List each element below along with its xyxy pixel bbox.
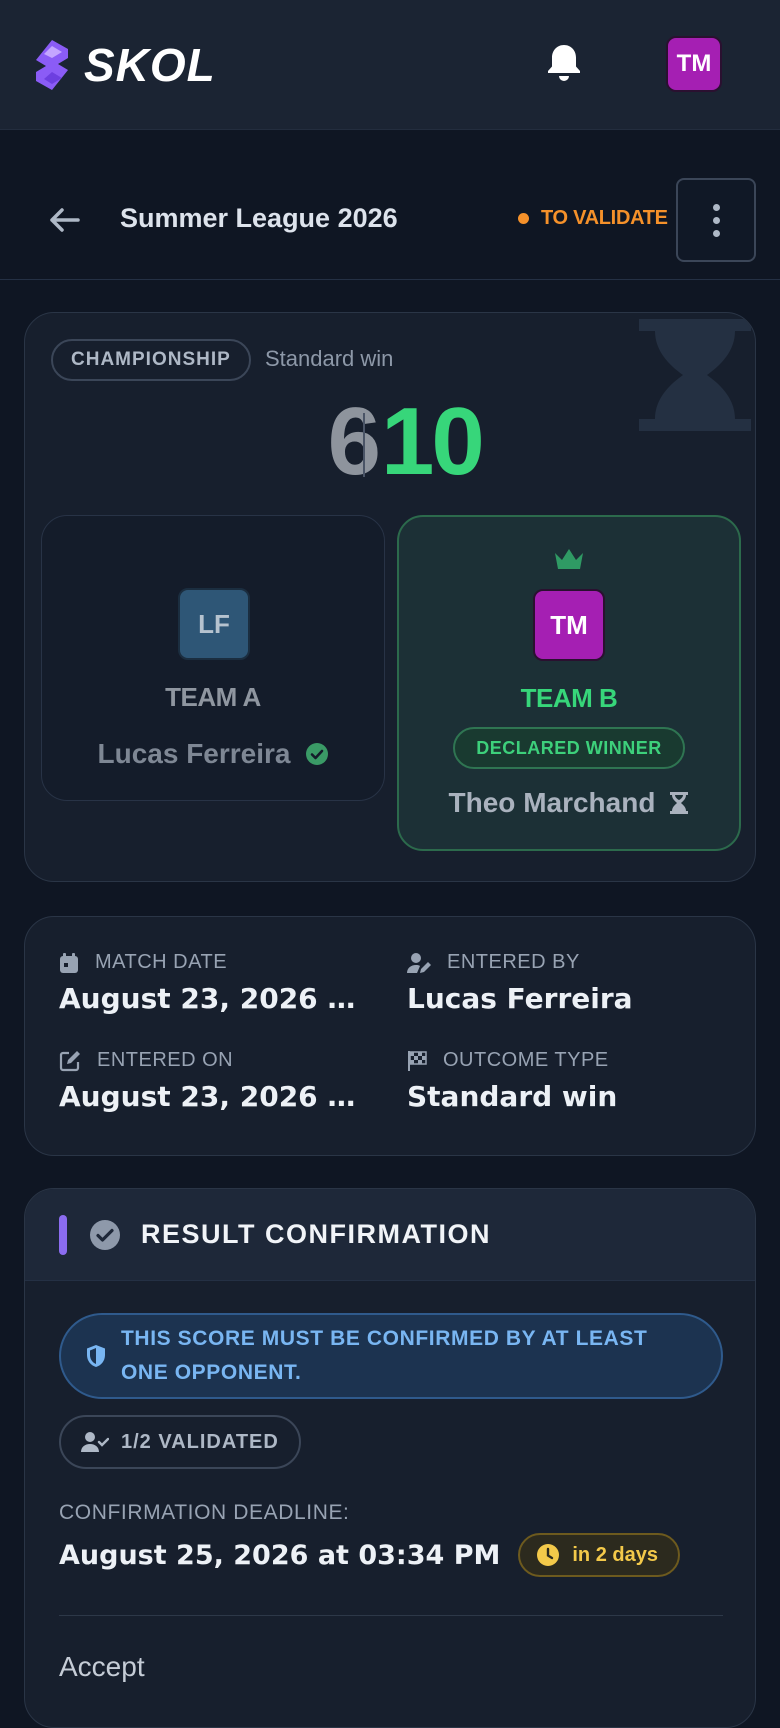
validated-count-chip: 1/2 VALIDATED — [59, 1415, 301, 1469]
match-date-detail: MATCH DATE August 23, 2026 at 0... — [59, 951, 369, 1015]
edit-icon — [59, 1050, 80, 1071]
team-a-name: TEAM A — [165, 682, 261, 712]
score-team-a: 6 — [327, 388, 381, 495]
team-b-player-name: Theo Marchand — [448, 787, 656, 818]
accept-option[interactable]: Accept — [59, 1651, 145, 1683]
section-divider — [59, 1615, 723, 1616]
checkered-flag-icon — [408, 1050, 427, 1071]
validated-count: 1/2 VALIDATED — [121, 1430, 279, 1453]
team-a-player: Lucas Ferreira — [42, 738, 384, 770]
outcome-type-value: Standard win — [407, 1080, 618, 1113]
outcome-type-detail: OUTCOME TYPE Standard win — [407, 1049, 717, 1113]
score-team-b: 10 — [381, 388, 485, 495]
deadline-countdown: in 2 days — [572, 1543, 658, 1566]
match-details-card: MATCH DATE August 23, 2026 at 0... ENTER… — [24, 916, 756, 1156]
confirmation-title: RESULT CONFIRMATION — [141, 1219, 491, 1249]
status-label: TO VALIDATE — [541, 207, 668, 229]
confirmation-info-text: THIS SCORE MUST BE CONFIRMED BY AT LEAST… — [121, 1327, 648, 1384]
deadline-label: CONFIRMATION DEADLINE: — [59, 1501, 350, 1524]
more-menu-button[interactable] — [676, 178, 756, 262]
entered-by-label: ENTERED BY — [447, 951, 580, 973]
status-badge: TO VALIDATE — [518, 207, 668, 230]
more-vertical-icon — [712, 203, 720, 211]
calendar-icon — [60, 952, 78, 973]
outcome-label: Standard win — [265, 346, 394, 371]
entered-on-label: ENTERED ON — [97, 1049, 234, 1071]
check-circle-icon — [90, 1220, 120, 1250]
app-logo[interactable]: SKOL — [34, 36, 216, 94]
outcome-type-label: OUTCOME TYPE — [443, 1049, 609, 1071]
arrow-left-icon[interactable] — [44, 200, 84, 240]
entered-by-detail: ENTERED BY Lucas Ferreira — [407, 951, 717, 1015]
user-check-icon — [81, 1432, 109, 1452]
skol-logo-icon — [36, 40, 68, 90]
result-confirmation-card: RESULT CONFIRMATION THIS SCORE MUST BE C… — [24, 1188, 756, 1728]
hourglass-icon — [670, 792, 689, 814]
page-title: Summer League 2026 — [120, 203, 398, 233]
brand-name: SKOL — [84, 39, 216, 91]
deadline-row: August 25, 2026 at 03:34 PM in 2 days — [59, 1533, 680, 1577]
match-date-label: MATCH DATE — [95, 951, 228, 973]
team-b-player: Theo Marchand — [399, 787, 739, 819]
crown-icon — [555, 549, 583, 569]
team-a-player-name: Lucas Ferreira — [97, 738, 291, 769]
status-dot — [518, 213, 529, 224]
entered-by-value: Lucas Ferreira — [407, 982, 633, 1015]
top-bar: SKOL TM — [0, 0, 780, 130]
deadline-countdown-chip: in 2 days — [518, 1533, 680, 1577]
team-b-avatar: TM — [533, 589, 605, 661]
match-card: CHAMPIONSHIP Standard win 6 10 LF TEAM A… — [24, 312, 756, 882]
bell-icon[interactable] — [542, 40, 586, 84]
entered-on-value: August 23, 2026 at 0... — [59, 1080, 369, 1113]
clock-icon — [537, 1544, 560, 1566]
deadline-value: August 25, 2026 at 03:34 PM — [59, 1539, 501, 1571]
team-a-panel: LF TEAM A Lucas Ferreira — [41, 515, 385, 801]
entered-on-detail: ENTERED ON August 23, 2026 at 0... — [59, 1049, 369, 1113]
match-date-value: August 23, 2026 at 0... — [59, 982, 369, 1015]
shield-icon — [87, 1345, 105, 1367]
user-avatar[interactable]: TM — [666, 36, 722, 92]
score-divider — [363, 413, 365, 477]
team-a-avatar: LF — [178, 588, 250, 660]
accent-bar — [59, 1215, 67, 1255]
team-b-name: TEAM B — [520, 683, 618, 713]
category-chip: CHAMPIONSHIP — [51, 339, 251, 381]
user-edit-icon — [407, 952, 431, 973]
hourglass-icon — [639, 319, 751, 431]
team-b-panel: TM TEAM B DECLARED WINNER Theo Marchand — [397, 515, 741, 851]
check-circle-icon — [305, 743, 328, 765]
declared-winner-badge: DECLARED WINNER — [453, 727, 685, 769]
confirmation-header: RESULT CONFIRMATION — [25, 1189, 755, 1281]
confirmation-info-banner: THIS SCORE MUST BE CONFIRMED BY AT LEAST… — [59, 1313, 723, 1399]
